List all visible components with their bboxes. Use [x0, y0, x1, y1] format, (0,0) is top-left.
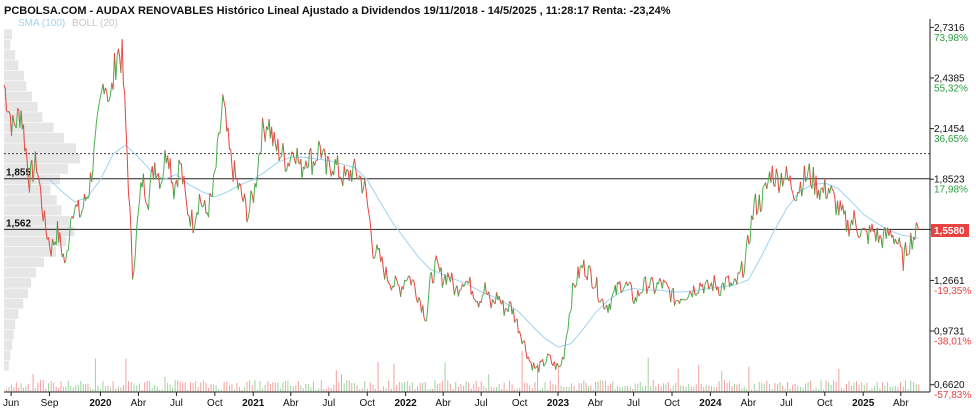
x-tick-label: Abr — [283, 398, 299, 409]
volume-profile-bar — [4, 278, 31, 288]
x-tick-label: 2020 — [89, 398, 112, 409]
price-segment — [236, 178, 237, 179]
volume-profile-bar — [4, 351, 10, 361]
volume-profile-bar — [4, 361, 9, 371]
volume-profile-bar — [4, 92, 32, 102]
x-tick-label: Jul — [780, 398, 793, 409]
volume-profile-bar — [4, 154, 80, 164]
reference-line-label: 1,562 — [6, 218, 31, 229]
volume-profile-bar — [4, 71, 24, 81]
volume-profile-bar — [4, 299, 23, 309]
volume-profile-bar — [4, 330, 14, 340]
y-tick-percent: 55,32% — [934, 83, 968, 94]
price-segment — [280, 156, 281, 157]
price-segment — [347, 169, 348, 170]
volume-profile-bar — [4, 309, 18, 319]
price-segment — [482, 294, 483, 295]
price-segment — [862, 228, 863, 229]
price-segment — [285, 171, 286, 172]
y-tick-percent: -19,35% — [934, 286, 971, 297]
legend-boll: BOLL (20) — [72, 18, 118, 29]
y-tick-percent: 17,98% — [934, 185, 968, 196]
volume-profile-bar — [4, 185, 50, 195]
legend-sma: SMA (100) — [18, 18, 65, 29]
x-tick-label: Oct — [817, 398, 833, 409]
price-segment — [260, 152, 261, 153]
x-tick-label: Sep — [41, 398, 59, 409]
volume-profile-bar — [4, 29, 12, 39]
y-tick-percent: 73,98% — [934, 33, 968, 44]
x-tick-label: Abr — [893, 398, 909, 409]
price-segment — [466, 281, 467, 282]
x-tick-label: Jul — [170, 398, 183, 409]
x-tick-label: Oct — [359, 398, 375, 409]
x-tick-label: Abr — [131, 398, 147, 409]
chart-title: PCBOLSA.COM - AUDAX RENOVABLES Histórico… — [4, 5, 671, 17]
chart-svg: 1,8551,562 2,731673,98%2,438555,32%2,145… — [0, 0, 976, 411]
price-segment — [676, 301, 677, 302]
volume-profile-bar — [4, 50, 15, 60]
chart-background — [0, 0, 976, 411]
volume-profile-bar — [4, 60, 18, 70]
volume-profile-bar — [4, 319, 15, 329]
x-tick-label: Jul — [322, 398, 335, 409]
y-tick-percent: -38,01% — [934, 337, 971, 348]
x-tick-label: Jul — [475, 398, 488, 409]
chart: 1,8551,562 2,731673,98%2,438555,32%2,145… — [0, 0, 976, 411]
volume-profile-bar — [4, 247, 56, 257]
x-tick-label: 2023 — [547, 398, 570, 409]
volume-profile-bar — [4, 40, 10, 50]
x-tick-label: 2025 — [852, 398, 875, 409]
x-tick-label: 2022 — [395, 398, 418, 409]
volume-profile-bar — [4, 81, 26, 91]
volume-profile-bar — [4, 340, 12, 350]
price-segment — [409, 276, 410, 277]
price-segment — [510, 301, 511, 302]
x-tick-label: 2021 — [242, 398, 265, 409]
x-tick-label: Jun — [3, 398, 19, 409]
x-tick-label: 2024 — [699, 398, 722, 409]
x-tick-label: Abr — [588, 398, 604, 409]
x-tick-label: Oct — [664, 398, 680, 409]
x-tick-label: Oct — [512, 398, 528, 409]
y-tick-percent: -57,83% — [934, 390, 971, 401]
current-value-label: 1,5580 — [934, 226, 965, 237]
volume-profile-bar — [4, 206, 62, 216]
x-tick-label: Abr — [741, 398, 757, 409]
volume-profile-bar — [4, 288, 28, 298]
x-tick-label: Abr — [435, 398, 451, 409]
price-segment — [505, 308, 506, 309]
volume-profile-bar — [4, 133, 64, 143]
volume-profile-bar — [4, 143, 76, 153]
volume-profile-bar — [4, 195, 57, 205]
volume-profile-bar — [4, 102, 38, 112]
x-tick-label: Oct — [207, 398, 223, 409]
x-tick-label: Jul — [627, 398, 640, 409]
volume-profile-bar — [4, 257, 44, 267]
volume-profile-bar — [4, 268, 36, 278]
y-tick-percent: 36,65% — [934, 134, 968, 145]
legend: SMA (100) BOLL (20) — [18, 18, 118, 29]
price-segment — [683, 299, 684, 300]
